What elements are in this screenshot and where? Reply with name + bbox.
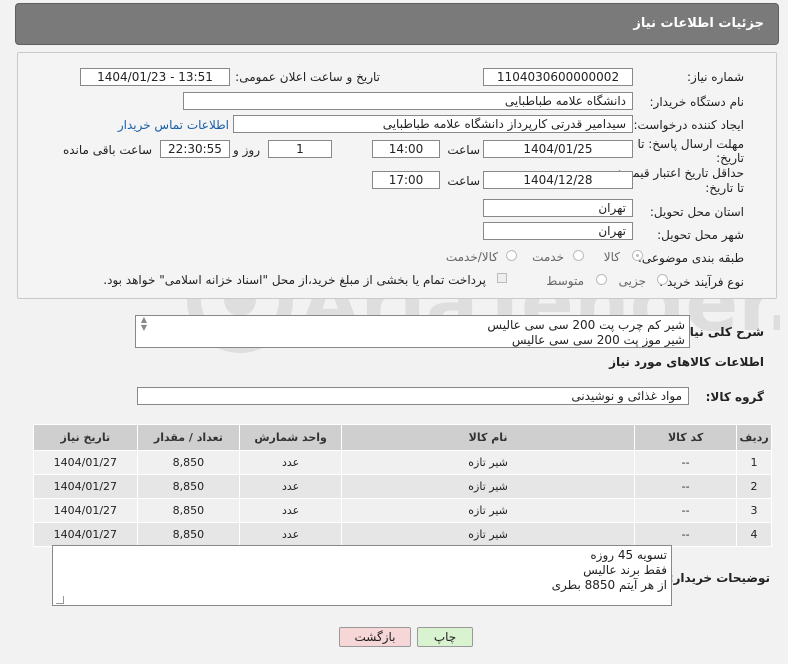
category-radio-goods[interactable] xyxy=(632,250,643,261)
category-radio-goods-service[interactable] xyxy=(506,250,517,261)
col-header-unit: واحد شمارش xyxy=(239,424,343,451)
cell-date: 1404/01/27 xyxy=(33,522,138,547)
creator-field[interactable]: سیدامیر قدرتی کارپرداز دانشگاه علامه طبا… xyxy=(233,115,633,133)
header-panel: جزئیات اطلاعات نیاز xyxy=(15,3,779,45)
cell-date: 1404/01/27 xyxy=(33,474,138,499)
treasury-payment-checkbox[interactable] xyxy=(497,273,507,283)
validity-label-line1: حداقل تاریخ اعتبار قیمت: xyxy=(617,166,744,180)
cell-unit: عدد xyxy=(239,498,343,523)
time-remaining-word: ساعت باقی مانده xyxy=(62,143,152,157)
col-header-row: ردیف xyxy=(736,424,772,451)
days-remaining-field[interactable]: 1 xyxy=(268,140,332,158)
description-line-1: شیر کم چرب پت 200 سی سی عالیس xyxy=(487,318,685,332)
buyer-notes-line-3: از هر آیتم 8850 بطری xyxy=(551,578,667,592)
category-option-goods: کالا xyxy=(603,250,620,264)
cell-name: شیر تازه xyxy=(341,450,636,475)
treasury-payment-note: پرداخت تمام یا بخشی از مبلغ خرید،از محل … xyxy=(103,273,486,287)
description-scroll-arrows[interactable]: ▲ ▼ xyxy=(138,316,150,332)
buyer-notes-line-1: تسویه 45 روزه xyxy=(590,548,667,562)
validity-time-word: ساعت xyxy=(447,174,480,188)
process-option-minor: جزیی xyxy=(618,274,646,288)
days-word: روز و xyxy=(233,143,260,157)
table-row[interactable]: 1 -- شیر تازه عدد 8,850 1404/01/27 xyxy=(33,450,772,475)
validity-time-field[interactable]: 17:00 xyxy=(372,171,440,189)
table-row[interactable]: 4 -- شیر تازه عدد 8,850 1404/01/27 xyxy=(33,522,772,547)
category-option-goods-service: کالا/خدمت xyxy=(445,250,498,264)
province-field[interactable]: تهران xyxy=(483,199,633,217)
city-label: شهر محل تحویل: xyxy=(657,228,744,242)
items-table: ردیف کد کالا نام کالا واحد شمارش تعداد /… xyxy=(33,424,772,547)
time-remaining-field[interactable]: 22:30:55 xyxy=(160,140,230,158)
print-button[interactable]: چاپ xyxy=(417,627,473,647)
items-table-header: ردیف کد کالا نام کالا واحد شمارش تعداد /… xyxy=(33,424,772,451)
col-header-name: نام کالا xyxy=(341,424,636,451)
province-label: استان محل تحویل: xyxy=(649,205,744,219)
col-header-quantity: تعداد / مقدار xyxy=(136,424,241,451)
cell-code: -- xyxy=(634,522,738,547)
deadline-time-word: ساعت xyxy=(447,143,480,157)
cell-code: -- xyxy=(634,474,738,499)
buyer-org-label: نام دستگاه خریدار: xyxy=(649,95,745,109)
buyer-org-field[interactable]: دانشگاه علامه طباطبایی xyxy=(183,92,633,110)
col-header-date: تاریخ نیاز xyxy=(33,424,138,451)
description-textarea[interactable]: شیر کم چرب پت 200 سی سی عالیس شیر موز پت… xyxy=(135,315,690,348)
cell-unit: عدد xyxy=(239,522,343,547)
need-number-field[interactable]: 1104030600000002 xyxy=(483,68,633,86)
buyer-notes-textarea[interactable]: تسویه 45 روزه فقط برند عالیس از هر آیتم … xyxy=(52,545,672,606)
cell-row-number: 3 xyxy=(736,498,772,523)
announce-date-label: تاریخ و ساعت اعلان عمومی: xyxy=(235,70,380,84)
resize-grip-icon[interactable] xyxy=(56,596,64,604)
cell-name: شیر تازه xyxy=(341,498,636,523)
process-option-medium: متوسط xyxy=(546,274,584,288)
deadline-time-field[interactable]: 14:00 xyxy=(372,140,440,158)
description-label: شرح کلی نیاز: xyxy=(678,325,764,339)
goods-group-field[interactable]: مواد غذائی و نوشیدنی xyxy=(137,387,689,405)
cell-code: -- xyxy=(634,498,738,523)
table-row[interactable]: 2 -- شیر تازه عدد 8,850 1404/01/27 xyxy=(33,474,772,499)
cell-quantity: 8,850 xyxy=(136,522,241,547)
deadline-label-line2: تاریخ: xyxy=(716,151,744,165)
buyer-contact-link[interactable]: اطلاعات تماس خریدار xyxy=(118,118,229,132)
buyer-notes-label: توضیحات خریدار: xyxy=(668,571,770,585)
process-radio-minor[interactable] xyxy=(657,274,668,285)
category-option-service: خدمت xyxy=(532,250,564,264)
city-field[interactable]: تهران xyxy=(483,222,633,240)
goods-section-title: اطلاعات کالاهای مورد نیاز xyxy=(609,355,764,369)
table-row[interactable]: 3 -- شیر تازه عدد 8,850 1404/01/27 xyxy=(33,498,772,523)
cell-quantity: 8,850 xyxy=(136,450,241,475)
creator-label: ایجاد کننده درخواست: xyxy=(633,118,744,132)
announce-date-field[interactable]: 1404/01/23 - 13:51 xyxy=(80,68,230,86)
category-label: طبقه بندی موضوعی: xyxy=(637,251,744,265)
cell-date: 1404/01/27 xyxy=(33,498,138,523)
cell-row-number: 4 xyxy=(736,522,772,547)
process-type-label: نوع فرآیند خرید : xyxy=(659,275,744,289)
cell-row-number: 2 xyxy=(736,474,772,499)
validity-label-line2: تا تاریخ: xyxy=(705,181,744,195)
cell-quantity: 8,850 xyxy=(136,498,241,523)
deadline-date-field[interactable]: 1404/01/25 xyxy=(483,140,633,158)
back-button[interactable]: بازگشت xyxy=(339,627,411,647)
category-radio-service[interactable] xyxy=(573,250,584,261)
cell-date: 1404/01/27 xyxy=(33,450,138,475)
col-header-code: کد کالا xyxy=(634,424,738,451)
cell-row-number: 1 xyxy=(736,450,772,475)
cell-name: شیر تازه xyxy=(341,474,636,499)
deadline-label-line1: مهلت ارسال پاسخ: تا xyxy=(637,137,744,151)
cell-quantity: 8,850 xyxy=(136,474,241,499)
need-number-label: شماره نیاز: xyxy=(687,70,744,84)
goods-group-label: گروه کالا: xyxy=(705,390,764,404)
description-line-2: شیر موز پت 200 سی سی عالیس xyxy=(511,333,685,347)
cell-name: شیر تازه xyxy=(341,522,636,547)
cell-unit: عدد xyxy=(239,474,343,499)
cell-code: -- xyxy=(634,450,738,475)
validity-date-field[interactable]: 1404/12/28 xyxy=(483,171,633,189)
buyer-notes-line-2: فقط برند عالیس xyxy=(583,563,667,577)
page-title: جزئیات اطلاعات نیاز xyxy=(633,16,764,31)
process-radio-medium[interactable] xyxy=(596,274,607,285)
cell-unit: عدد xyxy=(239,450,343,475)
